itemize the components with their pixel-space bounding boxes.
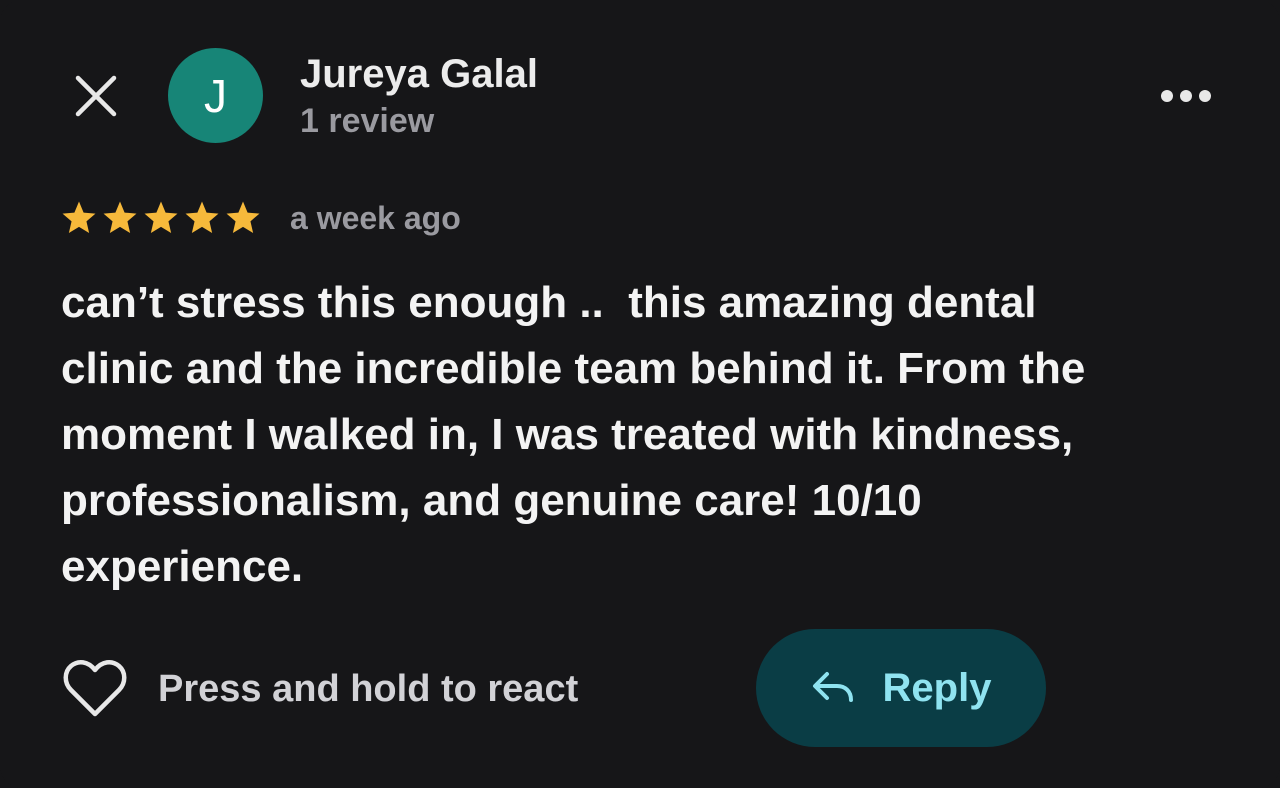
react-button[interactable]: Press and hold to react [62, 654, 578, 724]
review-card: J Jureya Galal 1 review a week ago can’t… [0, 0, 1280, 788]
review-time: a week ago [290, 199, 461, 236]
more-horizontal-icon [1161, 90, 1211, 102]
reply-button[interactable]: Reply [756, 629, 1046, 747]
reviewer-name[interactable]: Jureya Galal [300, 50, 538, 98]
review-count: 1 review [300, 102, 435, 140]
star-filled-icon [185, 201, 219, 234]
star-filled-icon [62, 201, 96, 234]
reply-arrow-icon [812, 672, 853, 702]
more-options-button[interactable] [1150, 74, 1222, 118]
heart-outline-icon [63, 660, 127, 717]
star-filled-icon [144, 201, 178, 234]
star-filled-icon [103, 201, 137, 234]
star-rating [60, 199, 262, 237]
avatar[interactable]: J [168, 48, 263, 143]
close-button[interactable] [66, 66, 126, 126]
react-label: Press and hold to react [158, 667, 579, 710]
rating-row: a week ago [60, 196, 461, 240]
close-icon [75, 75, 117, 117]
review-text: can’t stress this enough .. this amazing… [61, 278, 1086, 591]
star-filled-icon [226, 201, 260, 234]
avatar-initial: J [204, 69, 227, 122]
reply-label: Reply [882, 665, 992, 710]
